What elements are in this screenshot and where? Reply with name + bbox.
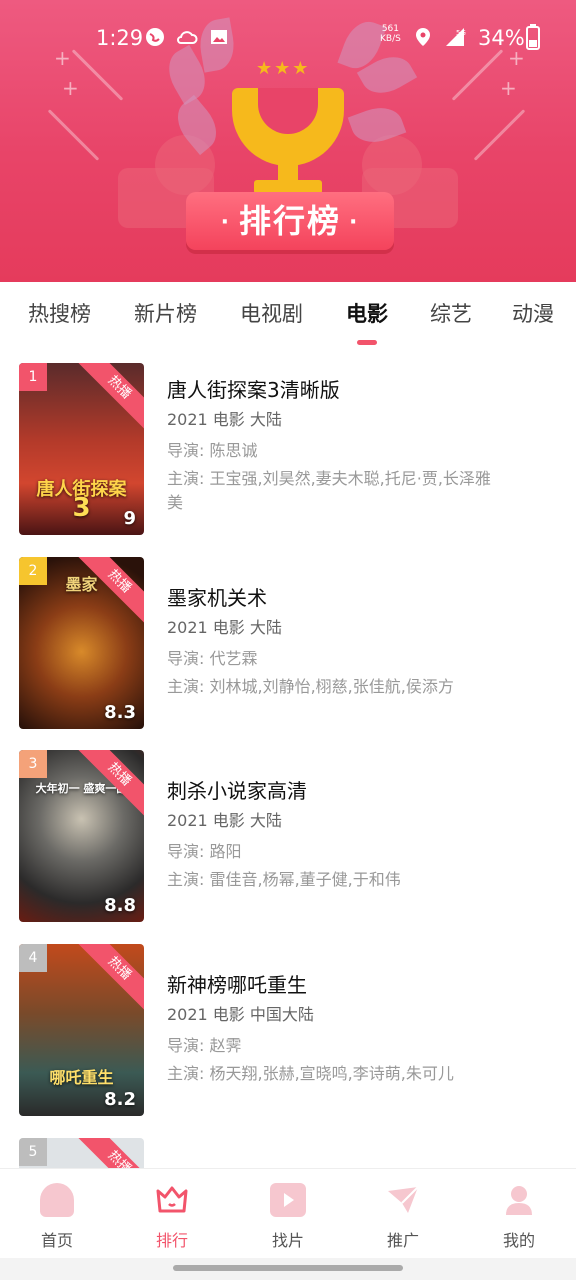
director-line: 导演: 路阳 <box>167 842 242 861</box>
movie-meta: 2021 电影 大陆 <box>167 410 282 429</box>
stars-icon: ★★★ <box>256 58 311 79</box>
cloud-icon <box>177 31 198 44</box>
home-indicator[interactable] <box>173 1265 403 1271</box>
nav-home[interactable]: 首页 <box>12 1183 102 1251</box>
tab-tv-series[interactable]: 电视剧 <box>240 298 303 328</box>
rank-badge: 2 <box>19 557 47 585</box>
tab-movies[interactable]: 电影 <box>346 298 388 345</box>
director-line: 导演: 赵霁 <box>167 1036 242 1055</box>
movie-meta: 2021 电影 中国大陆 <box>167 1005 314 1024</box>
rating-score: 8.2 <box>104 1089 136 1110</box>
rating-score: 8.8 <box>104 895 136 916</box>
tv-play-icon <box>270 1183 306 1217</box>
tab-anime[interactable]: 动漫 <box>512 298 554 328</box>
list-item[interactable]: 哪吒重生 热播 4 8.2 新神榜哪吒重生 2021 电影 中国大陆 导演: 赵… <box>0 944 576 1124</box>
list-item[interactable]: 墨家 热播 2 8.3 墨家机关术 2021 电影 大陆 导演: 代艺霖 主演:… <box>0 557 576 737</box>
battery-percent: 34% <box>478 26 525 50</box>
decor-ray <box>473 109 526 161</box>
tab-hot-search[interactable]: 热搜榜 <box>28 298 91 328</box>
nav-promote[interactable]: 推广 <box>358 1183 448 1251</box>
hot-badge: 热播 <box>72 1138 144 1168</box>
list-item[interactable]: 大年初一 盛爽一战 热播 3 8.8 刺杀小说家高清 2021 电影 大陆 导演… <box>0 750 576 930</box>
status-time: 1:29 <box>96 26 144 50</box>
movie-title[interactable]: 新神榜哪吒重生 <box>167 972 557 998</box>
page-title-ribbon: · 排行榜 · <box>186 192 394 250</box>
movie-meta: 2021 电影 大陆 <box>167 811 282 830</box>
movie-meta: 2021 电影 大陆 <box>167 618 282 637</box>
movie-poster[interactable]: 热播 5 <box>19 1138 144 1168</box>
poster-title: 哪吒重生 <box>49 1068 114 1087</box>
category-tabs: 热搜榜 新片榜 电视剧 电影 综艺 动漫 <box>0 282 576 345</box>
nav-find-movie[interactable]: 找片 <box>243 1183 333 1251</box>
movie-info: 墨家机关术 2021 电影 大陆 导演: 代艺霖 主演: 刘林城,刘静怡,栩慈,… <box>167 585 557 699</box>
signal-icon: 5G <box>446 28 466 46</box>
user-icon <box>502 1183 536 1217</box>
svg-text:5G: 5G <box>456 29 466 37</box>
home-icon <box>40 1183 74 1217</box>
crown-icon <box>155 1183 189 1217</box>
rating-score: 8.3 <box>104 702 136 723</box>
rank-badge: 4 <box>19 944 47 972</box>
hot-badge: 热播 <box>72 363 144 435</box>
page-title: 排行榜 <box>238 202 341 240</box>
paper-plane-icon <box>386 1183 420 1217</box>
bottom-nav: 首页 排行 找片 推广 我的 <box>0 1168 576 1258</box>
movie-info: 刺杀小说家高清 2021 电影 大陆 导演: 路阳 主演: 雷佳音,杨幂,董子健… <box>167 778 557 892</box>
location-icon <box>416 28 430 46</box>
director-line: 导演: 代艺霖 <box>167 649 258 668</box>
active-tab-indicator <box>357 340 377 345</box>
cast-line: 主演: 刘林城,刘静怡,栩慈,张佳航,侯添方 <box>167 677 454 696</box>
list-item[interactable]: 唐人街探案 3 热播 1 9 唐人街探案3清晰版 2021 电影 大陆 导演: … <box>0 363 576 543</box>
sparkle-icon: + <box>500 76 517 100</box>
movie-title[interactable]: 刺杀小说家高清 <box>167 778 557 804</box>
battery-icon <box>526 24 540 50</box>
cast-line: 主演: 王宝强,刘昊然,妻夫木聪,托尼·贾,长泽雅美 <box>167 469 491 512</box>
movie-poster[interactable]: 唐人街探案 3 热播 1 9 <box>19 363 144 535</box>
net-speed: 561 KB/S <box>380 24 401 44</box>
sparkle-icon: + <box>62 76 79 100</box>
movie-poster[interactable]: 哪吒重生 热播 4 8.2 <box>19 944 144 1116</box>
tab-variety[interactable]: 综艺 <box>430 298 472 328</box>
rank-badge: 5 <box>19 1138 47 1166</box>
movie-poster[interactable]: 墨家 热播 2 8.3 <box>19 557 144 729</box>
rank-badge: 3 <box>19 750 47 778</box>
globe-icon <box>146 28 164 46</box>
hot-badge: 热播 <box>72 944 144 1016</box>
status-bar: 1:29 561 KB/S 5G 34% <box>0 18 576 58</box>
nav-ranking[interactable]: 排行 <box>127 1183 217 1251</box>
rating-score: 9 <box>123 508 136 529</box>
cast-line: 主演: 杨天翔,张赫,宣晓鸣,李诗萌,朱可儿 <box>167 1064 454 1083</box>
movie-title[interactable]: 墨家机关术 <box>167 585 557 611</box>
movie-poster[interactable]: 大年初一 盛爽一战 热播 3 8.8 <box>19 750 144 922</box>
director-line: 导演: 陈思诚 <box>167 441 258 460</box>
movie-title[interactable]: 唐人街探案3清晰版 <box>167 377 557 403</box>
header-banner: + + + + 1:29 561 KB/S 5G 34% ★★★ · 排行榜 · <box>0 0 576 282</box>
list-item[interactable]: 热播 5 <box>0 1138 576 1168</box>
tab-new-movies[interactable]: 新片榜 <box>134 298 197 328</box>
decor-ray <box>47 109 100 161</box>
nav-mine[interactable]: 我的 <box>474 1183 564 1251</box>
image-icon <box>211 30 227 44</box>
cast-line: 主演: 雷佳音,杨幂,董子健,于和伟 <box>167 870 401 889</box>
decor-cloud-right-2 <box>362 135 422 195</box>
movie-info: 新神榜哪吒重生 2021 电影 中国大陆 导演: 赵霁 主演: 杨天翔,张赫,宣… <box>167 972 557 1086</box>
movie-info: 唐人街探案3清晰版 2021 电影 大陆 导演: 陈思诚 主演: 王宝强,刘昊然… <box>167 377 557 515</box>
trophy-icon <box>232 80 344 198</box>
rank-badge: 1 <box>19 363 47 391</box>
